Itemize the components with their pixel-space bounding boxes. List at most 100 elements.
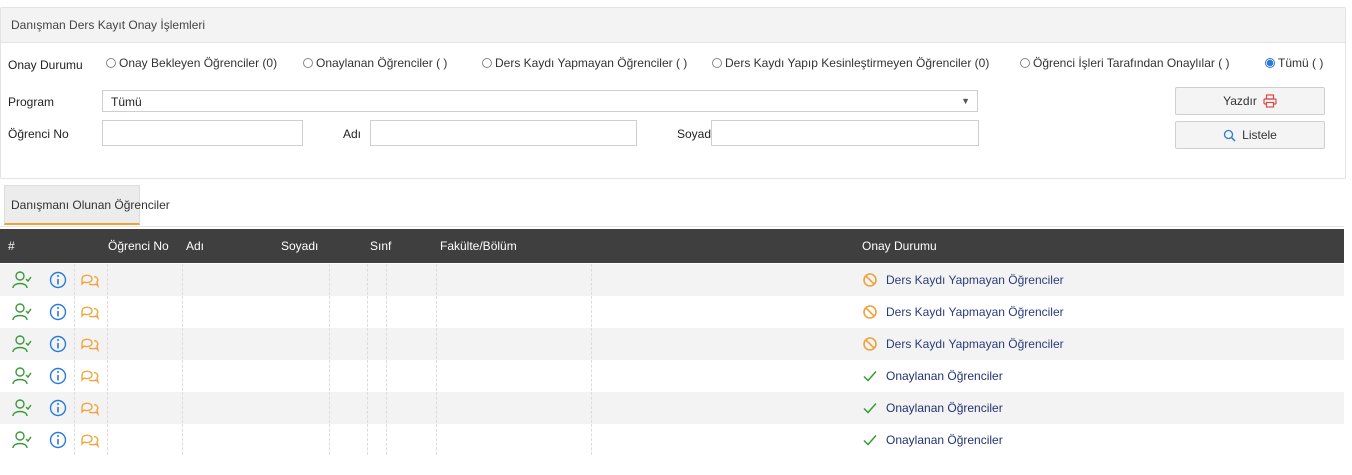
print-button-label: Yazdır xyxy=(1223,94,1257,108)
name-input[interactable] xyxy=(370,120,637,146)
chat-bubbles-icon[interactable] xyxy=(80,398,100,418)
table-header: # Öğrenci No Adı Soyadı Sınf Fakülte/Böl… xyxy=(0,229,1344,263)
surname-input[interactable] xyxy=(711,120,979,146)
radio-office-approved[interactable]: Öğrenci İşleri Tarafından Onaylılar ( ) xyxy=(1020,56,1230,70)
table-row: Onaylanan Öğrenciler xyxy=(0,360,1344,392)
table-cell xyxy=(183,392,330,423)
search-icon xyxy=(1224,129,1236,142)
print-button[interactable]: Yazdır xyxy=(1175,87,1325,115)
list-button[interactable]: Listele xyxy=(1175,121,1325,149)
col-faculty[interactable]: Fakülte/Bölüm xyxy=(440,239,517,253)
student-no-input[interactable] xyxy=(102,120,303,146)
status-cell: Ders Kaydı Yapmayan Öğrenciler xyxy=(862,336,1064,352)
table-cell xyxy=(108,392,183,423)
chat-bubbles-icon[interactable] xyxy=(80,270,100,290)
radio-dot xyxy=(1020,58,1030,68)
table-cell xyxy=(108,296,183,327)
status-cell: Onaylanan Öğrenciler xyxy=(862,400,1003,416)
radio-not-registered[interactable]: Ders Kaydı Yapmayan Öğrenciler ( ) xyxy=(482,56,687,70)
col-name[interactable]: Adı xyxy=(186,239,204,253)
info-icon[interactable] xyxy=(48,398,68,418)
status-cell: Ders Kaydı Yapmayan Öğrenciler xyxy=(862,272,1064,288)
user-check-icon[interactable] xyxy=(12,334,32,354)
tab-label: Danışmanı Olunan Öğrenciler xyxy=(11,198,170,212)
radio-all[interactable]: Tümü ( ) xyxy=(1265,56,1323,70)
table-cell xyxy=(387,296,437,327)
tab-advised-students[interactable]: Danışmanı Olunan Öğrenciler xyxy=(4,185,170,225)
info-icon[interactable] xyxy=(48,430,68,450)
user-check-icon[interactable] xyxy=(12,366,32,386)
checkmark-icon xyxy=(863,403,877,414)
table-cell xyxy=(437,392,592,423)
table-cell xyxy=(368,296,387,327)
status-text: Onaylanan Öğrenciler xyxy=(886,369,1003,383)
radio-pending[interactable]: Onay Bekleyen Öğrenciler (0) xyxy=(106,56,277,70)
student-no-label: Öğrenci No xyxy=(8,127,69,141)
status-cell: Ders Kaydı Yapmayan Öğrenciler xyxy=(862,304,1064,320)
table-cell xyxy=(108,328,183,359)
table-cell xyxy=(330,264,368,295)
table-cell xyxy=(387,392,437,423)
table-cell xyxy=(330,296,368,327)
radio-dot-selected xyxy=(1265,58,1275,68)
table-cell xyxy=(183,360,330,391)
status-label: Onay Durumu xyxy=(8,58,83,72)
table-cell xyxy=(437,360,592,391)
status-text: Ders Kaydı Yapmayan Öğrenciler xyxy=(886,273,1064,287)
table-cell xyxy=(387,424,437,455)
tab-divider xyxy=(0,226,1344,227)
col-surname[interactable]: Soyadı xyxy=(281,239,318,253)
table-cell xyxy=(330,360,368,391)
info-icon[interactable] xyxy=(48,366,68,386)
user-check-icon[interactable] xyxy=(12,270,32,290)
surname-label: Soyadı xyxy=(677,127,715,141)
table-row: Onaylanan Öğrenciler xyxy=(0,392,1344,424)
name-label: Adı xyxy=(343,127,362,141)
table-row: Onaylanan Öğrenciler xyxy=(0,424,1344,456)
user-check-icon[interactable] xyxy=(12,430,32,450)
table-cell xyxy=(368,424,387,455)
radio-dot xyxy=(712,58,722,68)
chat-bubbles-icon[interactable] xyxy=(80,430,100,450)
user-check-icon[interactable] xyxy=(12,302,32,322)
list-button-label: Listele xyxy=(1242,128,1277,142)
table-cell xyxy=(330,424,368,455)
radio-label: Ders Kaydı Yapıp Kesinleştirmeyen Öğrenc… xyxy=(725,56,990,70)
chevron-down-icon: ▼ xyxy=(961,96,970,106)
chat-bubbles-icon[interactable] xyxy=(80,366,100,386)
radio-dot xyxy=(106,58,116,68)
radio-not-finalized[interactable]: Ders Kaydı Yapıp Kesinleştirmeyen Öğrenc… xyxy=(712,56,989,70)
radio-label: Öğrenci İşleri Tarafından Onaylılar ( ) xyxy=(1033,56,1230,70)
chat-bubbles-icon[interactable] xyxy=(80,334,100,354)
program-select[interactable]: Tümü ▼ xyxy=(102,90,978,112)
table-cell xyxy=(437,264,592,295)
radio-approved[interactable]: Onaylanan Öğrenciler ( ) xyxy=(303,56,447,70)
table-cell xyxy=(368,360,387,391)
col-class[interactable]: Sınf xyxy=(370,239,391,253)
status-text: Onaylanan Öğrenciler xyxy=(886,401,1003,415)
table-cell xyxy=(183,424,330,455)
ban-icon xyxy=(863,305,877,319)
radio-label: Onaylanan Öğrenciler ( ) xyxy=(316,56,448,70)
table-row: Ders Kaydı Yapmayan Öğrenciler xyxy=(0,264,1344,296)
panel-header: Danışman Ders Kayıt Onay İşlemleri xyxy=(1,8,1345,43)
checkmark-icon xyxy=(863,371,877,382)
col-index: # xyxy=(8,239,15,253)
printer-icon xyxy=(1263,94,1277,108)
info-icon[interactable] xyxy=(48,270,68,290)
table-cell xyxy=(108,264,183,295)
table-row: Ders Kaydı Yapmayan Öğrenciler xyxy=(0,296,1344,328)
info-icon[interactable] xyxy=(48,334,68,354)
chat-bubbles-icon[interactable] xyxy=(80,302,100,322)
table-cell xyxy=(330,392,368,423)
table-cell xyxy=(387,264,437,295)
table-cell xyxy=(368,328,387,359)
ban-icon xyxy=(863,273,877,287)
user-check-icon[interactable] xyxy=(12,398,32,418)
col-student-no[interactable]: Öğrenci No xyxy=(108,239,169,253)
radio-label: Tümü ( ) xyxy=(1278,56,1324,70)
info-icon[interactable] xyxy=(48,302,68,322)
status-text: Ders Kaydı Yapmayan Öğrenciler xyxy=(886,305,1064,319)
col-approval-status[interactable]: Onay Durumu xyxy=(862,239,937,253)
program-label: Program xyxy=(8,95,55,109)
